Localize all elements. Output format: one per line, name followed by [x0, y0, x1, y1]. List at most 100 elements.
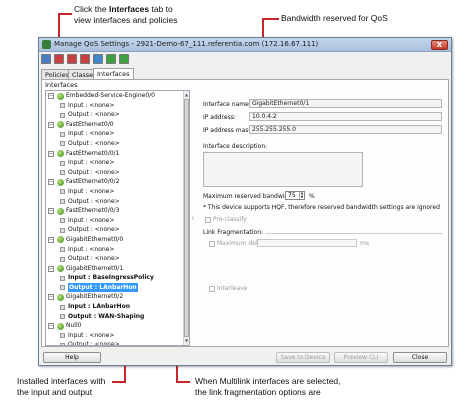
preview-cli-button[interactable]: Preview CLI [334, 352, 388, 363]
tree-interface-node[interactable]: − Embedded-Service-Engine0/0 [46, 91, 184, 101]
tree-policy-node[interactable]: Output : WAN-Shaping [46, 312, 184, 322]
policy-icon [60, 131, 65, 137]
interface-icon [57, 236, 64, 244]
refresh-icon[interactable] [106, 54, 116, 64]
max-delay-input[interactable] [257, 239, 357, 247]
collapse-icon[interactable]: − [48, 265, 54, 272]
tree-node-label: Output : <none> [68, 168, 120, 176]
tree-policy-node[interactable]: Input : <none> [46, 101, 184, 111]
tree-scrollbar[interactable]: ▲ ▼ [183, 91, 189, 345]
callout-text: the input and output [17, 387, 93, 397]
tree-policy-node[interactable]: Input : <none> [46, 158, 184, 168]
tree-policy-node[interactable]: Output : <none> [46, 139, 184, 149]
policy-icon [60, 141, 65, 147]
preclassify-checkbox[interactable] [205, 217, 211, 223]
tree-node-label: Input : <none> [68, 245, 115, 253]
policy-icon [60, 112, 65, 118]
tree-policy-node[interactable]: Input : <none> [46, 216, 184, 226]
interleave-checkbox[interactable] [209, 286, 215, 292]
tree-interface-node[interactable]: − Null0 [46, 321, 184, 331]
spinner-arrows-icon[interactable]: ▲ ▼ [299, 191, 304, 199]
tree-policy-node[interactable]: Output : <none> [46, 225, 184, 235]
interfaces-tree[interactable]: − Embedded-Service-Engine0/0 Input : <none… [45, 90, 190, 346]
callout-text: the link fragmentation options are [195, 387, 321, 397]
policy-icon [60, 227, 65, 233]
collapse-icon[interactable]: − [48, 179, 54, 186]
title-bar[interactable]: Manage QoS Settings - 2921-Demo-67_111.r… [39, 38, 451, 52]
tree-node-label: Output : <none> [68, 197, 120, 205]
interface-icon [57, 322, 64, 330]
tree-policy-node[interactable]: Input : LAnbarHon [46, 302, 184, 312]
policy-icon [60, 170, 65, 176]
scroll-thumb[interactable] [184, 99, 189, 337]
collapse-icon[interactable]: − [48, 323, 54, 330]
tree-interface-node[interactable]: − FastEthernet0/0/1 [46, 149, 184, 159]
tree-interface-node[interactable]: − FastEthernet0/0/2 [46, 177, 184, 187]
tree-policy-node[interactable]: Input : <none> [46, 331, 184, 341]
tree-policy-node[interactable]: Output : <none> [46, 340, 184, 346]
collapse-icon[interactable]: − [48, 150, 54, 157]
close-button[interactable]: Close [393, 352, 447, 363]
tree-policy-node[interactable]: Output : LAnbarHon [46, 282, 184, 293]
callout-line [176, 381, 190, 383]
tree-policy-node[interactable]: Output : <none> [46, 110, 184, 120]
save-to-device-button[interactable]: Save to Device [276, 352, 330, 363]
tree-policy-node[interactable]: Output : <none> [46, 197, 184, 207]
tree-policy-node[interactable]: Input : BaseIngressPolicy [46, 273, 184, 283]
tree-interface-node[interactable]: − GigabitEthernet0/0 [46, 235, 184, 245]
tree-policy-node[interactable]: Output : <none> [46, 254, 184, 264]
preclassify-label: Pre-classify [213, 216, 247, 223]
interface-name-label: Interface name: [203, 101, 251, 108]
callout-line [112, 381, 126, 383]
ip-address-label: IP address: [203, 114, 236, 121]
policy-icon [60, 256, 65, 262]
scroll-down-icon[interactable]: ▼ [184, 338, 189, 344]
tree-policy-node[interactable]: Input : <none> [46, 129, 184, 139]
interface-icon [57, 207, 64, 215]
tree-node-label: Input : <none> [68, 187, 115, 195]
app-icon [42, 40, 51, 49]
collapse-icon[interactable]: − [48, 93, 54, 99]
interfaces-panel: Interfaces − Embedded-Service-Engine0/0 In… [41, 79, 449, 347]
tree-node-label: GigabitEthernet0/0 [66, 235, 124, 243]
scroll-up-icon[interactable]: ▲ [184, 92, 189, 98]
tree-rows: − Embedded-Service-Engine0/0 Input : <none… [46, 91, 184, 346]
tree-node-label: FastEthernet0/0 [66, 120, 114, 128]
paste-icon[interactable] [93, 54, 103, 64]
deploy-icon[interactable] [119, 54, 129, 64]
tree-policy-node[interactable]: Output : <none> [46, 168, 184, 178]
copy-icon[interactable] [80, 54, 90, 64]
tree-interface-node[interactable]: − GigabitEthernet0/1 [46, 264, 184, 274]
ip-mask-label: IP address mask: [203, 127, 254, 134]
close-window-button[interactable]: X [431, 40, 448, 50]
tree-policy-node[interactable]: Input : <none> [46, 187, 184, 197]
callout-text: Installed interfaces with [17, 376, 106, 386]
tree-node-label: Output : <none> [68, 111, 120, 119]
tree-node-label: Output : <none> [68, 139, 120, 147]
policy-icon [60, 314, 65, 320]
callout-text: view interfaces and policies [74, 15, 178, 25]
help-button[interactable]: Help [43, 352, 101, 363]
tree-interface-node[interactable]: − FastEthernet0/0 [46, 120, 184, 130]
interface-icon [57, 293, 64, 301]
tree-node-label: Input : <none> [68, 216, 115, 224]
delete-icon[interactable] [67, 54, 77, 64]
bandwidth-spinner[interactable]: 75 ▲ ▼ [285, 191, 305, 200]
new-icon[interactable] [41, 54, 51, 64]
hqf-note: * This device supports HQF, therefore re… [203, 204, 440, 211]
open-icon[interactable] [54, 54, 64, 64]
collapse-icon[interactable]: − [48, 236, 54, 243]
splitter-handle[interactable]: ⁞ [192, 215, 194, 222]
tree-node-label: Output : <none> [68, 341, 120, 346]
collapse-icon[interactable]: − [48, 121, 54, 128]
callout-interfaces-tab: Click the Interfaces tab to view interfa… [74, 4, 177, 26]
interface-description-label: Interface description: [203, 143, 268, 150]
collapse-icon[interactable]: − [48, 208, 54, 215]
tree-node-label: Output : WAN-Shaping [68, 312, 145, 320]
max-delay-checkbox[interactable] [209, 241, 215, 247]
tree-policy-node[interactable]: Input : <none> [46, 245, 184, 255]
tree-interface-node[interactable]: − GigabitEthernet0/2 [46, 292, 184, 302]
tree-interface-node[interactable]: − FastEthernet0/0/3 [46, 206, 184, 216]
collapse-icon[interactable]: − [48, 294, 54, 301]
policy-icon [60, 103, 65, 109]
